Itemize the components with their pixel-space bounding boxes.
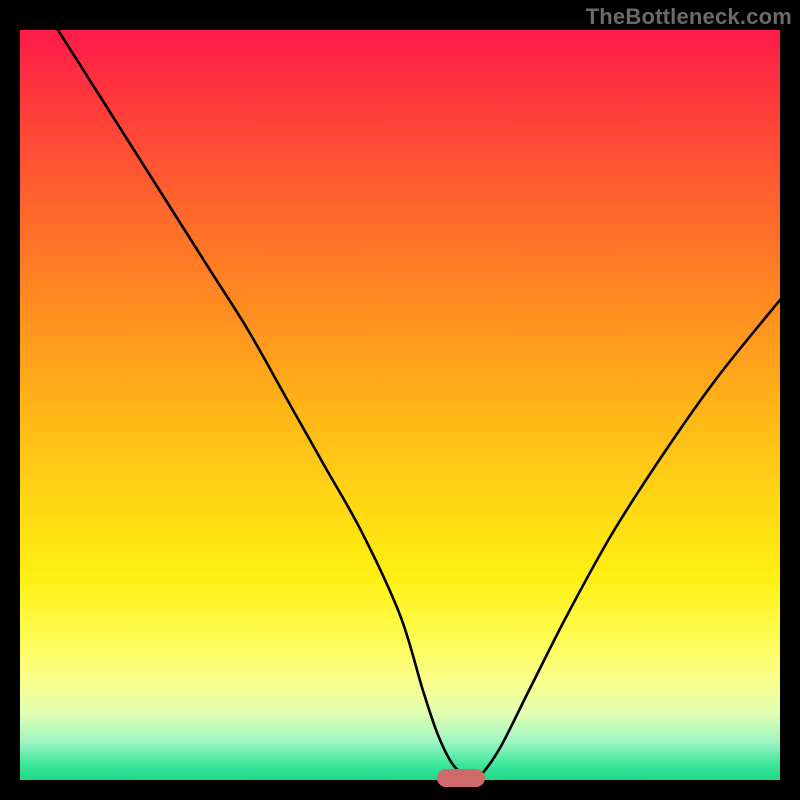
minimum-marker [437, 769, 485, 787]
watermark-text: TheBottleneck.com [586, 4, 792, 30]
chart-frame: TheBottleneck.com [0, 0, 800, 800]
bottleneck-curve-path [58, 30, 780, 780]
plot-area [20, 30, 780, 780]
curve-svg [20, 30, 780, 780]
